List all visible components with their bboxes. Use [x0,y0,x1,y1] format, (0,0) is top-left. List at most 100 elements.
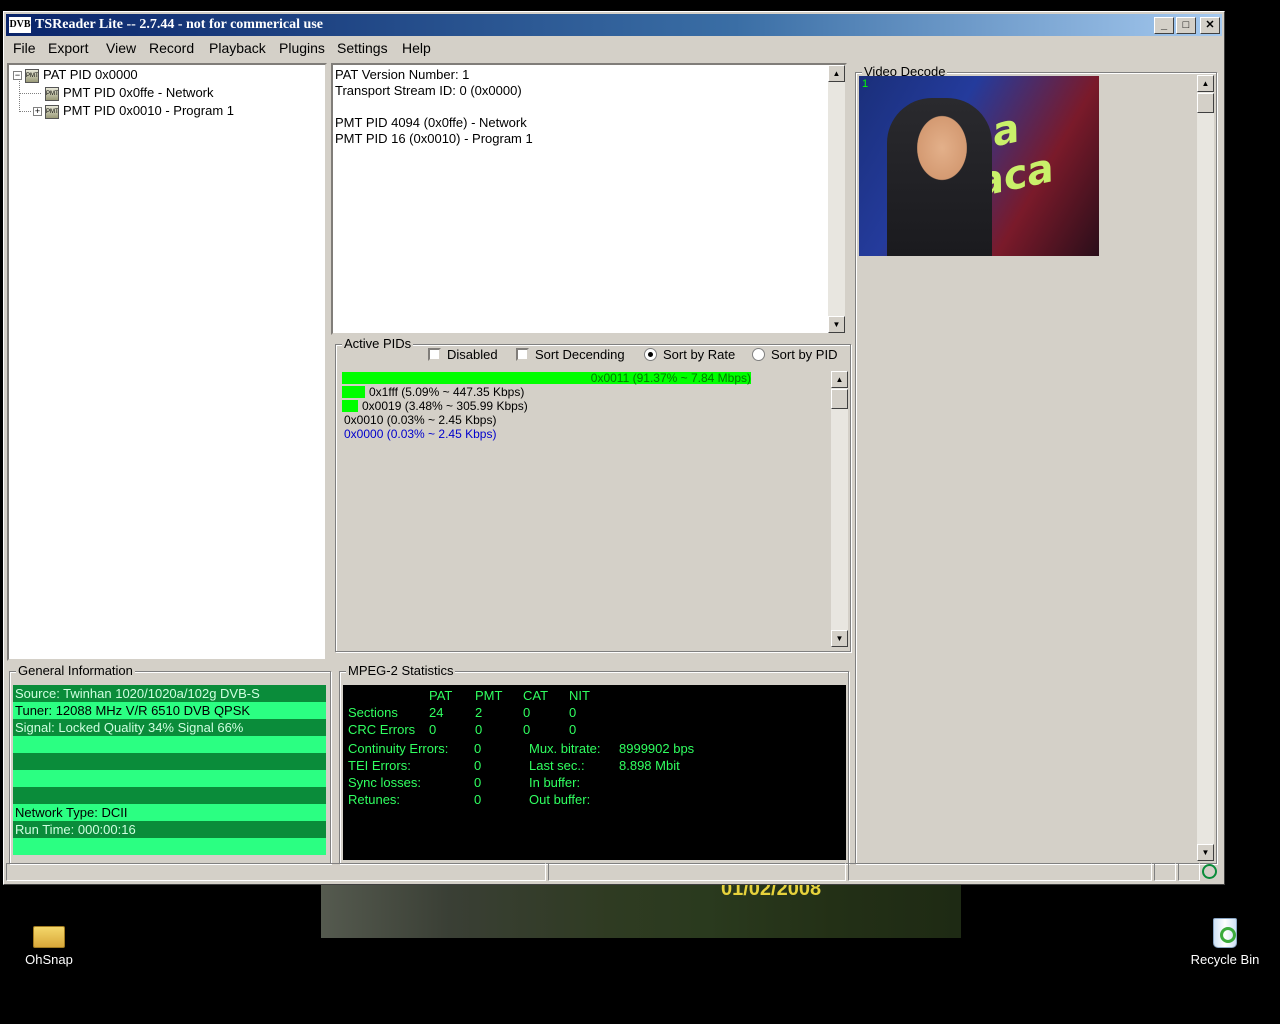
pid-rate-bar [342,386,365,398]
pid-rate-label: 0x0011 (91.37% ~ 7.84 Mbps) [590,371,751,385]
mux-label: Mux. bitrate: [529,741,601,756]
video-decode-group: Video Decode La aca 1 ▲ ▼ [855,64,1217,864]
counter-value: 0 [474,741,482,756]
scroll-thumb[interactable] [831,389,848,409]
tree-node-pat[interactable]: − PMT PAT PID 0x0000 [13,66,138,84]
counter-value: 0 [474,758,482,773]
desktop-icon-label: OhSnap [25,952,73,967]
menu-file[interactable]: File [13,40,36,56]
menu-settings[interactable]: Settings [337,40,388,56]
info-row: Signal: Locked Quality 34% Signal 66% [13,719,326,736]
expand-icon[interactable]: + [33,107,42,117]
scroll-down-icon[interactable]: ▼ [831,630,848,647]
active-pid-list[interactable]: 0x0011 (91.37% ~ 7.84 Mbps) 0x1fff (5.09%… [338,371,848,649]
checkbox-label: Sort Decending [535,347,625,362]
info-row: Run Time: 000:00:16 [13,821,326,838]
counter-label: TEI Errors: [348,758,411,773]
sort-by-rate-radio[interactable]: Sort by Rate [644,347,735,362]
pid-rate-bar [342,400,358,412]
group-title: Active PIDs [342,336,414,351]
video-preview[interactable]: La aca 1 [859,76,1099,256]
maximize-button[interactable]: □ [1176,17,1196,34]
row-label: Sections [348,705,398,720]
stat-value: 24 [429,705,444,720]
scroll-down-icon[interactable]: ▼ [1197,844,1214,861]
title-bar[interactable]: DVB TSReader Lite -- 2.7.44 - not for co… [6,14,1222,36]
mux-label: Out buffer: [529,792,591,807]
menu-help[interactable]: Help [402,40,431,56]
stat-value: 2 [475,705,483,720]
tree-connector [19,93,41,94]
pid-rate-label: 0x0010 (0.03% ~ 2.45 Kbps) [344,413,497,427]
status-pane [1178,863,1200,881]
info-line: Transport Stream ID: 0 (0x0000) [335,83,522,98]
active-pids-group: Active PIDs Disabled Sort Decending Sort… [335,336,851,652]
pid-row[interactable]: 0x0010 (0.03% ~ 2.45 Kbps) [340,413,830,427]
checkbox-label: Disabled [447,347,498,362]
presenter-image [887,98,992,256]
menu-record[interactable]: Record [149,40,194,56]
close-button[interactable]: ✕ [1200,17,1220,34]
minimize-button[interactable]: _ [1154,17,1174,34]
info-line: PMT PID 16 (0x0010) - Program 1 [335,131,533,146]
scroll-thumb[interactable] [1197,93,1214,113]
pid-row[interactable]: 0x0000 (0.03% ~ 2.45 Kbps) [340,427,830,441]
recycle-bin-icon [1213,918,1237,948]
menu-playback[interactable]: Playback [209,40,266,56]
vertical-scrollbar[interactable]: ▲ ▼ [828,65,845,333]
menu-plugins[interactable]: Plugins [279,40,325,56]
desktop-icon-ohsnap[interactable]: OhSnap [9,920,89,967]
pid-rate-label: 0x0000 (0.03% ~ 2.45 Kbps) [344,427,497,441]
sort-descending-checkbox[interactable]: Sort Decending [516,347,625,362]
column-header: CAT [523,688,549,703]
counter-label: Retunes: [348,792,401,807]
desktop-icon-recycle-bin[interactable]: Recycle Bin [1185,918,1265,967]
window-title: TSReader Lite -- 2.7.44 - not for commer… [35,17,323,32]
radio-selected-icon [644,348,657,361]
menu-view[interactable]: View [106,40,136,56]
tree-node-label: PMT PID 0x0010 - Program 1 [63,103,234,118]
pid-row[interactable]: 0x0011 (91.37% ~ 7.84 Mbps) [340,371,830,385]
row-label: CRC Errors [348,722,416,737]
radio-icon [752,348,765,361]
mux-value: 8999902 bps [619,741,695,756]
info-row [13,736,326,753]
pid-tree-panel[interactable]: − PMT PAT PID 0x0000 PMT PMT PID 0x0ffe - N… [7,63,327,661]
stat-value: 0 [429,722,437,737]
wallpaper: 01/02/2008 [321,878,961,938]
checkbox-icon [428,348,441,361]
general-information-group: General Information Source: Twinhan 1020… [9,663,331,864]
status-pane [848,863,1152,881]
folder-shortcut-icon [33,926,65,948]
desktop-icon-label: Recycle Bin [1190,952,1260,967]
sort-by-pid-radio[interactable]: Sort by PID [752,347,837,362]
vertical-scrollbar[interactable]: ▲ ▼ [1197,75,1214,861]
vertical-scrollbar[interactable]: ▲ ▼ [831,371,848,647]
pid-row[interactable]: 0x0019 (3.48% ~ 305.99 Kbps) [340,399,830,413]
status-pane [1154,863,1176,881]
menu-export[interactable]: Export [48,40,88,56]
info-line: PMT PID 4094 (0x0ffe) - Network [335,115,527,130]
counter-value: 0 [474,775,482,790]
stat-value: 0 [523,722,531,737]
scroll-up-icon[interactable]: ▲ [831,371,848,388]
pid-detail-pane[interactable]: PAT Version Number: 1 Transport Stream I… [331,63,847,335]
disabled-checkbox[interactable]: Disabled [428,347,498,362]
column-header: PMT [475,688,503,703]
column-header: NIT [569,688,590,703]
scroll-down-icon[interactable]: ▼ [828,316,845,333]
tree-node-network[interactable]: PMT PMT PID 0x0ffe - Network [45,84,214,102]
scroll-up-icon[interactable]: ▲ [828,65,845,82]
statistics-panel: PAT PMT CAT NIT Sections 24 2 0 0 CRC Er… [343,685,846,860]
scroll-up-icon[interactable]: ▲ [1197,75,1214,92]
app-icon[interactable]: DVB [9,17,31,33]
info-row [13,838,326,855]
info-row: Tuner: 12088 MHz V/R 6510 DVB QPSK [13,702,326,719]
pid-row[interactable]: 0x1fff (5.09% ~ 447.35 Kbps) [340,385,830,399]
tree-node-program-1[interactable]: + PMT PMT PID 0x0010 - Program 1 [33,102,234,120]
info-row [13,770,326,787]
table-icon: PMT [45,86,59,101]
table-icon: PMT [25,68,39,83]
mux-value: 8.898 Mbit [619,758,680,773]
collapse-icon[interactable]: − [13,71,22,81]
